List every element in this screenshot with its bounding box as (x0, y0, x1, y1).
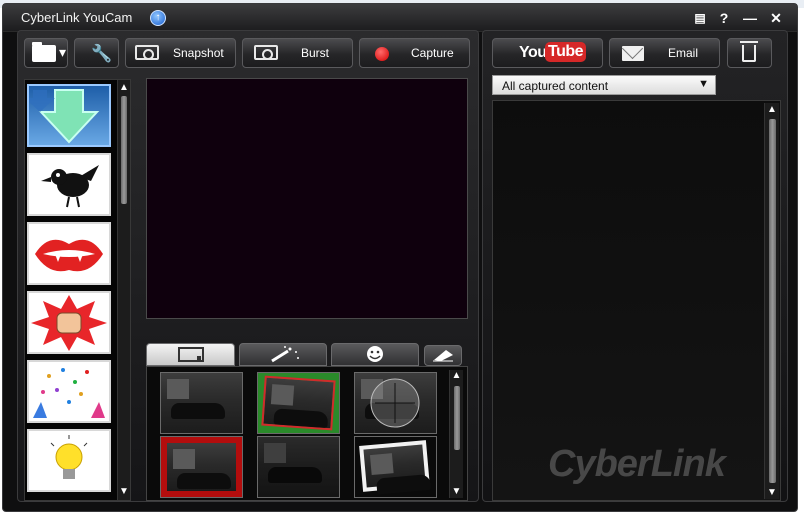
download-arrow-icon (29, 89, 100, 144)
bird-icon (41, 165, 99, 208)
scene-image (258, 437, 339, 497)
title-bar[interactable]: CyberLink YouCam ↑ ▤ ? — ✕ (3, 4, 797, 32)
lens-icon (370, 378, 420, 428)
fx-scroll-down-icon[interactable]: ▼ (450, 486, 463, 498)
scroll-down-icon[interactable]: ▼ (118, 486, 130, 498)
youtube-logo-you: You (519, 44, 547, 61)
effects-thumbnail-panel: ▲ ▼ (146, 366, 468, 501)
snapshot-label: Snapshot (173, 46, 224, 60)
effect-confetti[interactable] (27, 360, 111, 423)
mail-icon (622, 46, 644, 61)
confetti-icon (33, 368, 105, 418)
burst-camera-icon (254, 45, 278, 60)
fx-thumb-red-frame[interactable] (257, 372, 340, 434)
frame-icon (178, 347, 204, 362)
email-button[interactable]: Email (609, 38, 720, 68)
captured-content-gallery[interactable]: ▲ ▼ (492, 100, 781, 501)
eraser-icon (433, 350, 453, 362)
youtube-button[interactable]: You Tube (492, 38, 603, 68)
camera-icon (135, 45, 159, 60)
fx-thumb-photo-stack[interactable] (354, 436, 437, 498)
gallery-scroll-down-icon[interactable]: ▼ (765, 487, 779, 499)
cyberlink-watermark-logo: CyberLink (548, 443, 726, 485)
open-folder-button[interactable] (24, 38, 68, 68)
tab-emotions[interactable] (331, 343, 419, 366)
close-button[interactable]: ✕ (767, 9, 785, 27)
email-label: Email (668, 46, 699, 60)
scene-image (359, 440, 430, 492)
trash-icon (740, 41, 758, 62)
scene-image (261, 375, 336, 431)
fx-thumb-night-scene[interactable] (160, 372, 243, 434)
webcam-preview (146, 78, 468, 319)
update-icon[interactable]: ↑ (150, 10, 166, 26)
fx-scroll-up-icon[interactable]: ▲ (450, 370, 463, 382)
tab-eraser[interactable] (424, 345, 462, 366)
burst-button[interactable]: Burst (242, 38, 353, 68)
content-filter-value: All captured content (502, 79, 609, 93)
help-button[interactable]: ? (715, 9, 733, 27)
fx-thumb-lens[interactable] (354, 372, 437, 434)
app-title: CyberLink YouCam (21, 10, 133, 25)
settings-tools-button[interactable]: 🔧 (74, 38, 119, 68)
effect-lightbulb[interactable] (27, 429, 111, 492)
scene-image (161, 373, 242, 433)
gallery-scroll-thumb[interactable] (769, 119, 776, 483)
lips-icon (35, 239, 103, 272)
snapshot-button[interactable]: Snapshot (125, 38, 236, 68)
tab-particles[interactable] (239, 343, 327, 366)
youtube-logo-tube: Tube (545, 42, 587, 62)
effects-scrollbar[interactable]: ▲ ▼ (117, 80, 130, 500)
dropdown-arrow-icon: ▼ (698, 78, 709, 90)
capture-button[interactable]: Capture (359, 38, 470, 68)
content-filter-dropdown[interactable]: All captured content ▼ (492, 75, 716, 95)
delete-button[interactable] (727, 38, 772, 68)
scene-image (167, 443, 236, 491)
effect-lips[interactable] (27, 222, 111, 285)
folder-icon (32, 42, 66, 62)
tab-frames[interactable] (146, 343, 235, 366)
gallery-scroll-up-icon[interactable]: ▲ (765, 104, 779, 116)
gallery-scrollbar[interactable]: ▲ ▼ (764, 103, 779, 499)
tools-icon: 🔧 (91, 44, 113, 63)
effect-download-more[interactable] (27, 84, 111, 147)
burst-label: Burst (301, 46, 330, 60)
record-icon (375, 47, 389, 61)
effect-punch[interactable] (27, 291, 111, 354)
effects-list[interactable]: ▲ ▼ (24, 79, 131, 501)
punch-icon (31, 295, 107, 351)
smiley-icon (367, 346, 383, 362)
fx-thumb-rose-frame[interactable] (160, 436, 243, 498)
fx-scrollbar[interactable]: ▲ ▼ (449, 370, 463, 498)
fx-scroll-thumb[interactable] (454, 386, 460, 450)
capture-label: Capture (411, 46, 454, 60)
scroll-up-icon[interactable]: ▲ (118, 82, 130, 94)
settings-icon[interactable]: ▤ (691, 9, 709, 27)
fx-thumb-dark-scene[interactable] (257, 436, 340, 498)
minimize-button[interactable]: — (741, 9, 759, 27)
lightbulb-icon (50, 435, 88, 479)
effect-bird[interactable] (27, 153, 111, 216)
scroll-thumb[interactable] (121, 96, 127, 204)
magic-wand-icon (271, 346, 299, 363)
